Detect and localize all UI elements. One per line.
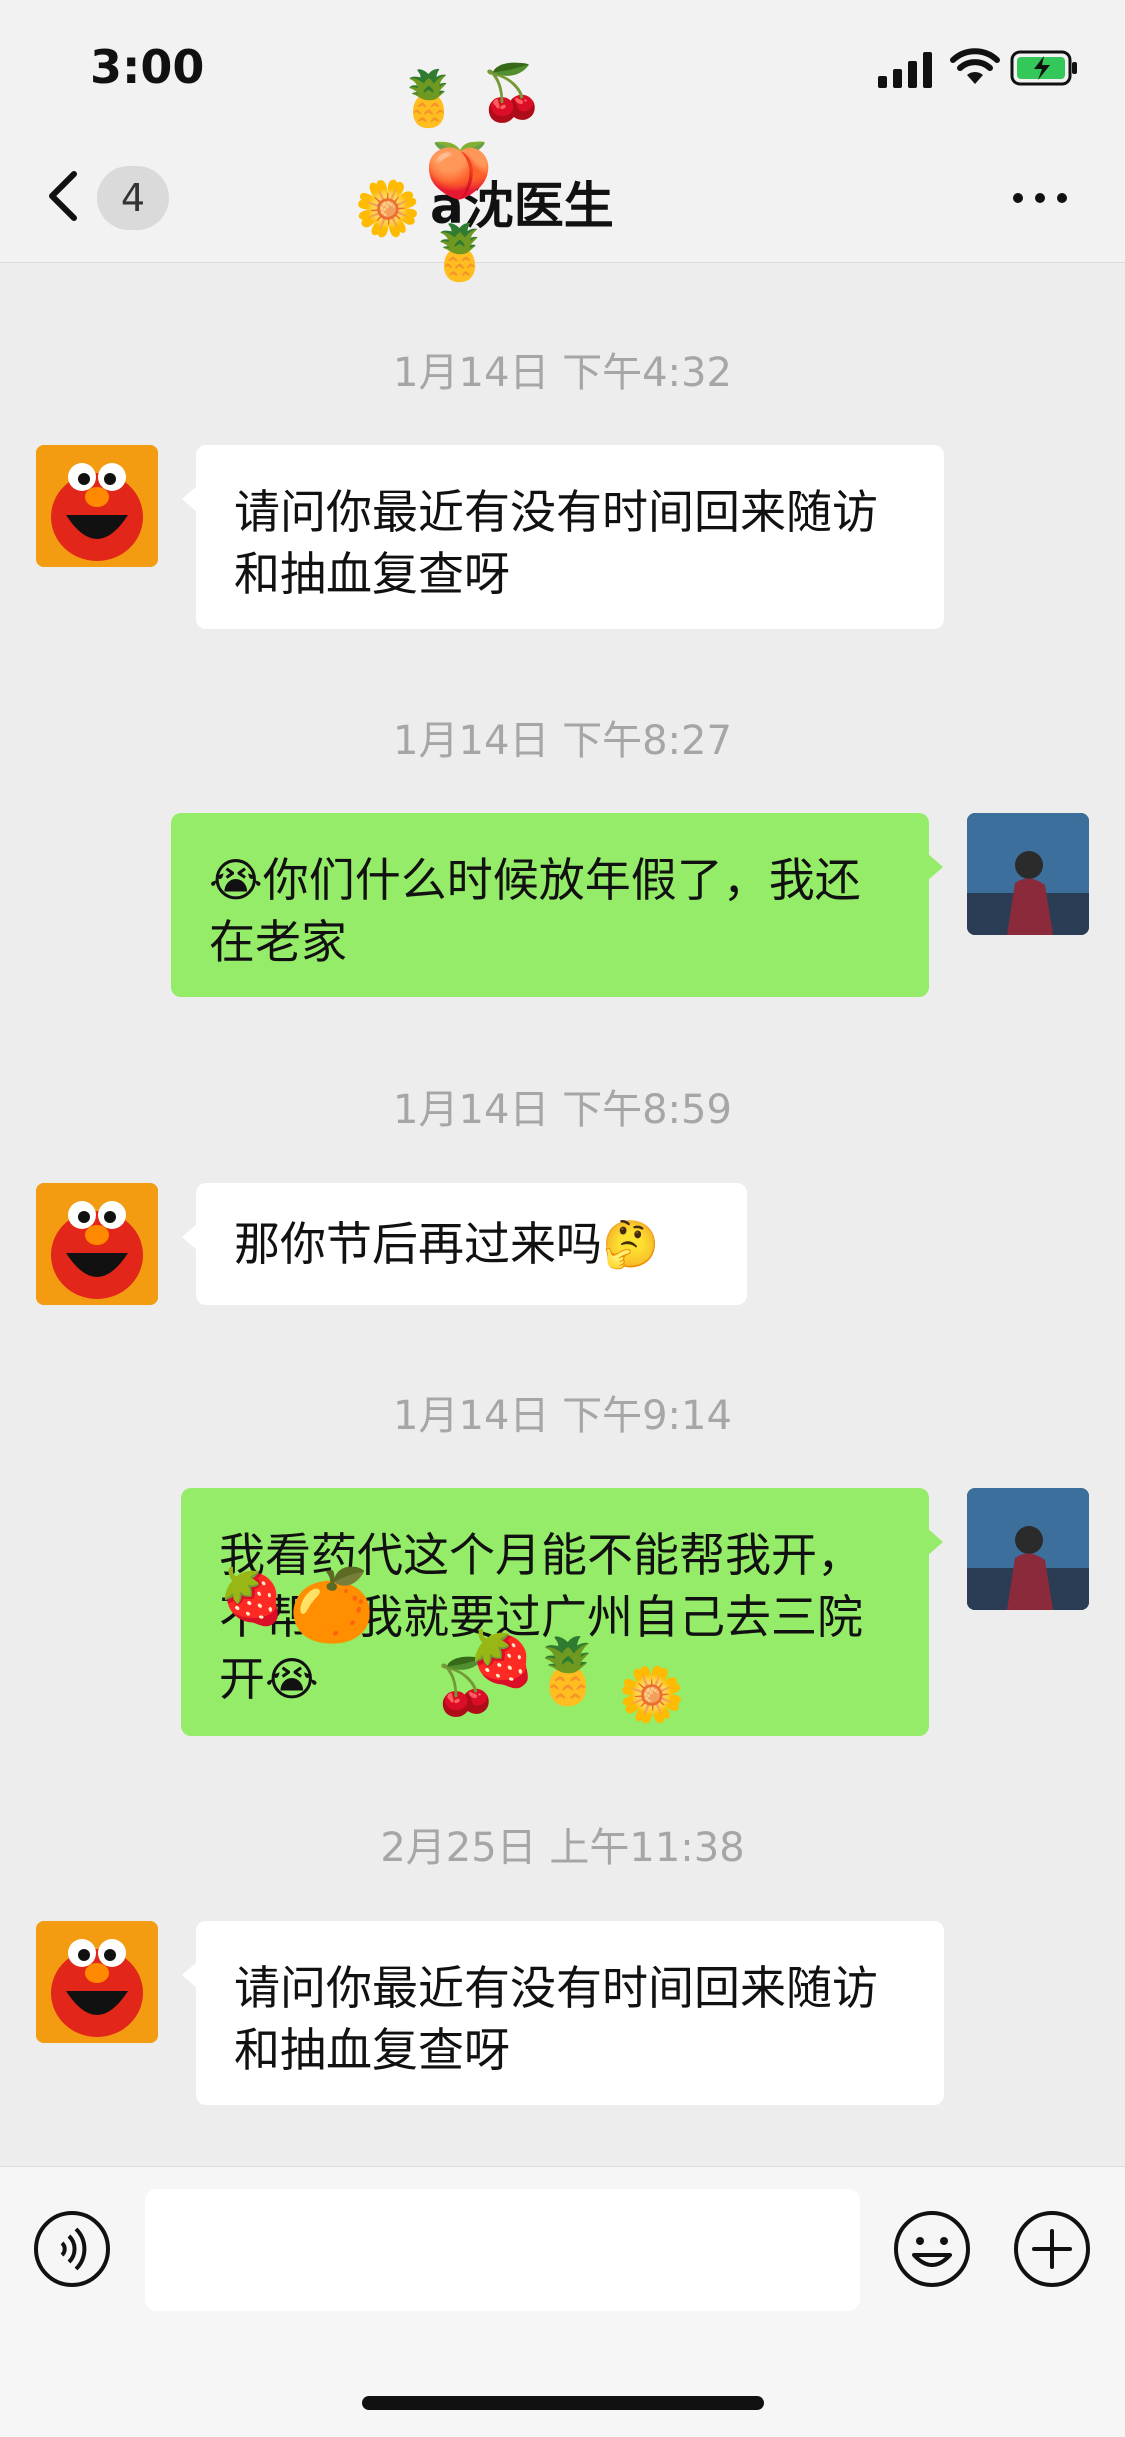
emoji-button[interactable]	[892, 2209, 972, 2289]
message-timestamp: 1月14日 下午8:59	[393, 1087, 732, 1133]
contact-avatar[interactable]	[36, 1183, 158, 1305]
user-avatar[interactable]	[967, 1488, 1089, 1610]
message-input[interactable]	[145, 2189, 860, 2311]
strawberry-sticker-icon: 🍓	[218, 1565, 286, 1628]
home-indicator[interactable]	[362, 2396, 764, 2410]
chat-header: 4 a沈医生 🍍 🍒 🌼 🍑 🍍	[0, 66, 1125, 280]
message-bubble-sent[interactable]: 😭你们什么时候放年假了，我还在老家	[171, 813, 943, 997]
fruit-sticker-icon: 🍑	[425, 139, 493, 202]
voice-input-button[interactable]	[32, 2209, 112, 2289]
message-timestamp: 2月25日 上午11:38	[380, 1825, 745, 1871]
message-timestamp: 1月14日 下午8:27	[393, 718, 732, 764]
orange-sticker-icon: 🍊	[288, 1564, 376, 1646]
wifi-icon	[950, 48, 1000, 84]
elmo-avatar-icon	[36, 1921, 158, 2043]
message-timestamp: 1月14日 下午4:32	[393, 350, 732, 396]
battery-charging-icon	[1010, 50, 1077, 86]
flower-sticker-icon: 🌼	[618, 1663, 686, 1726]
status-time: 3:00	[90, 40, 205, 94]
user-avatar-icon	[967, 1488, 1089, 1610]
add-attachment-button[interactable]	[1012, 2209, 1092, 2289]
status-bar: 3:00	[0, 0, 1125, 130]
elmo-avatar-icon	[36, 1183, 158, 1305]
message-bubble-received[interactable]: 请问你最近有没有时间回来随访和抽血复查呀	[182, 445, 944, 629]
unread-count-badge[interactable]: 4	[97, 166, 169, 230]
flower-sticker-icon: 🌼	[354, 177, 422, 240]
contact-avatar[interactable]	[36, 445, 158, 567]
elmo-avatar-icon	[36, 445, 158, 567]
user-avatar-icon	[967, 813, 1089, 935]
contact-avatar[interactable]	[36, 1921, 158, 2043]
message-bubble-received[interactable]: 请问你最近有没有时间回来随访和抽血复查呀	[182, 1921, 944, 2105]
cherry-sticker-icon: 🍒	[478, 61, 546, 124]
message-bubble-received[interactable]: 那你节后再过来吗🤔	[182, 1183, 747, 1305]
user-avatar[interactable]	[967, 813, 1089, 935]
back-button[interactable]	[40, 170, 90, 222]
fruit-sticker-icon: 🍍	[395, 67, 463, 130]
message-timestamp: 1月14日 下午9:14	[393, 1393, 732, 1439]
more-options-button[interactable]	[1010, 178, 1070, 218]
cellular-signal-icon	[878, 52, 932, 88]
strawberry-sticker-icon: 🍓	[468, 1627, 536, 1690]
pig-pineapple-sticker-icon: 🍍	[528, 1635, 608, 1709]
pineapple-sticker-icon: 🍍	[426, 221, 494, 284]
